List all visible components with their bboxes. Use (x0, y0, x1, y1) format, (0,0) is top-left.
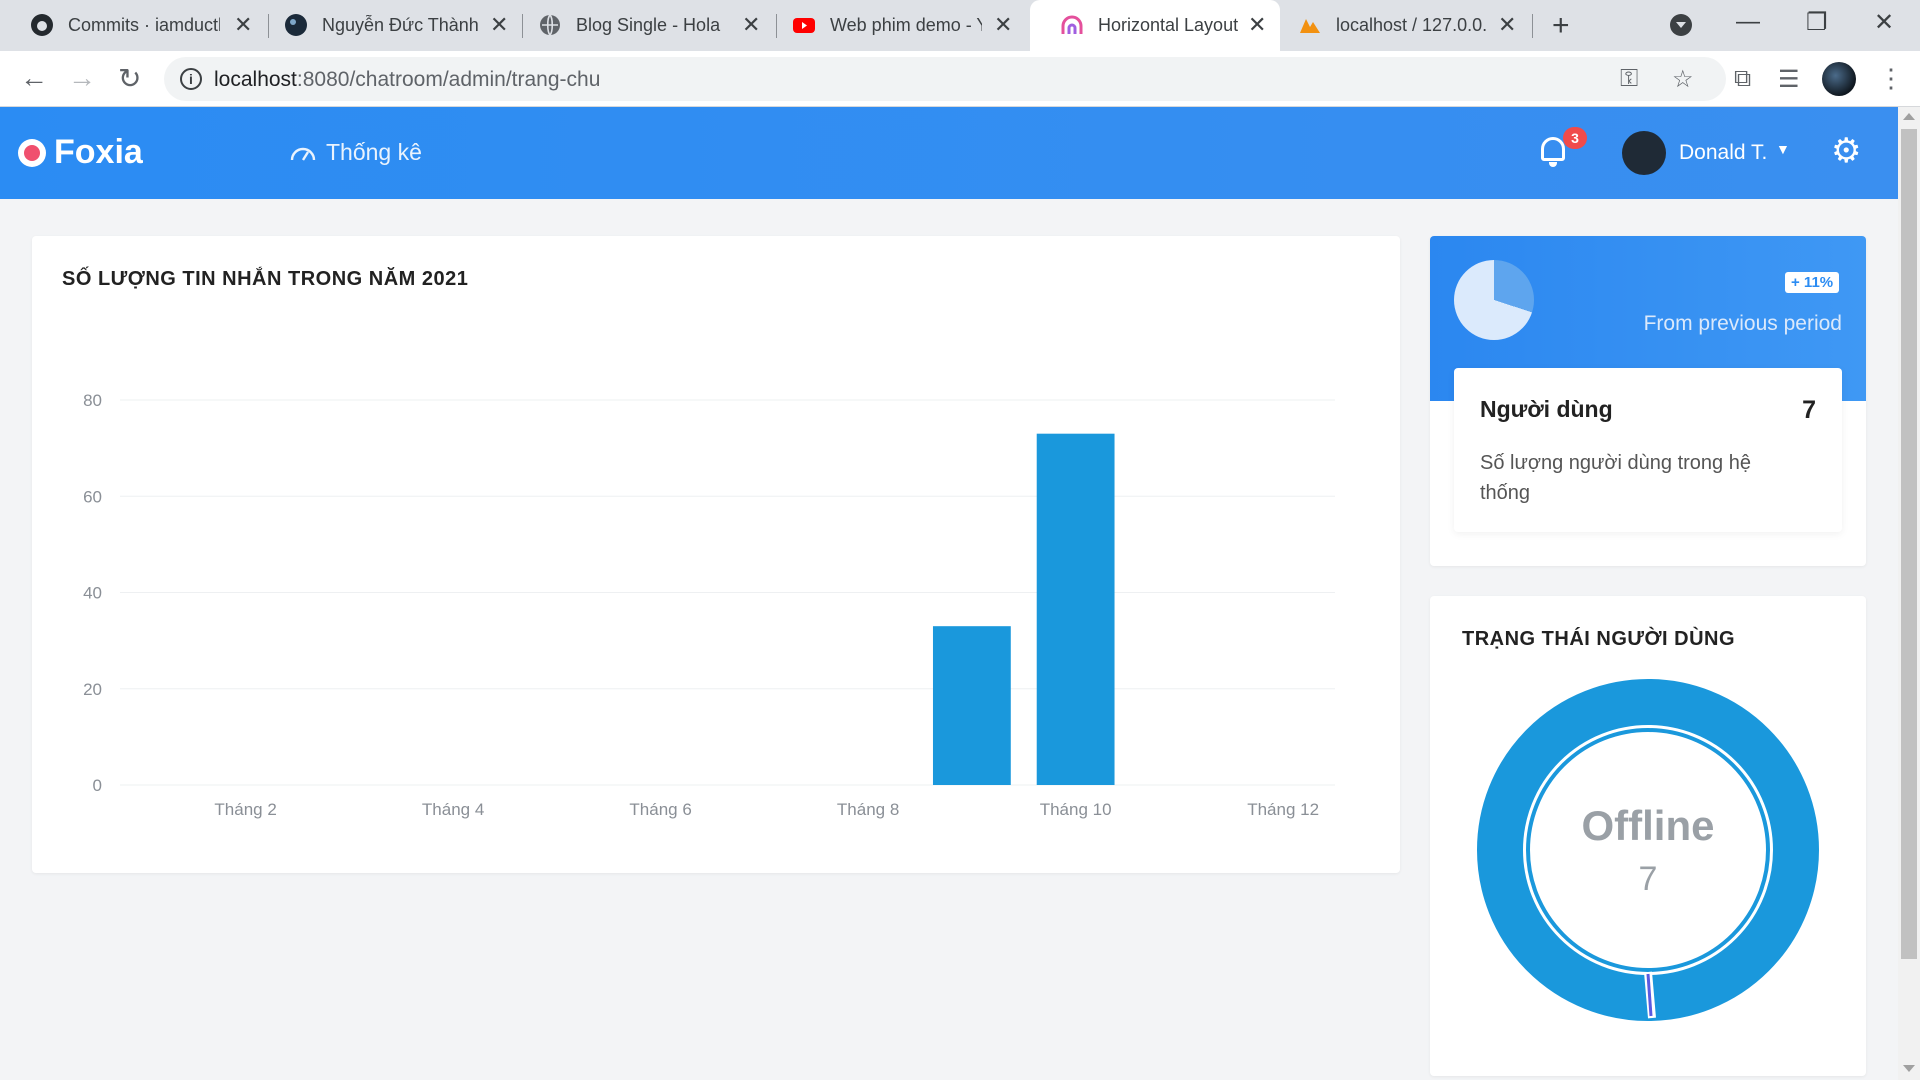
url-text[interactable]: localhost:8080/chatroom/admin/trang-chu (214, 68, 600, 92)
x-tick-label: Tháng 6 (629, 800, 691, 819)
y-tick-label: 40 (83, 584, 102, 603)
messages-chart-card: SỐ LƯỢNG TIN NHẮN TRONG NĂM 2021 0 20 40 60… (32, 236, 1400, 873)
x-tick-label: Tháng 10 (1040, 800, 1112, 819)
users-stat-card: + 11% From previous period Người dùng 7 … (1430, 236, 1866, 566)
tab-title: Blog Single - Hola (576, 15, 721, 35)
browser-tab[interactable]: localhost / 127.0.0.1 ✕ (1268, 0, 1536, 51)
close-tab-icon[interactable]: ✕ (742, 12, 760, 38)
stat-label: Người dùng (1480, 396, 1613, 422)
nav-item-label: Thống kê (326, 139, 422, 165)
user-status-card: TRẠNG THÁI NGƯỜI DÙNG Offline 7 (1430, 596, 1866, 1076)
chevron-down-icon[interactable]: ▼ (1776, 141, 1790, 157)
browser-tabstrip: Commits · iamducth ✕ Nguyễn Đức Thành ✕ … (0, 0, 1920, 51)
scrollbar-thumb[interactable] (1901, 129, 1917, 959)
user-avatar[interactable] (1622, 131, 1666, 175)
browser-toolbar: ← → ↻ i localhost:8080/chatroom/admin/tr… (0, 51, 1920, 107)
tab-title: Web phim demo - Y (830, 15, 982, 35)
donut-hole (1534, 736, 1762, 964)
browser-profile-avatar[interactable] (1822, 62, 1856, 96)
youtube-icon (793, 18, 815, 33)
page-scrollbar[interactable] (1898, 107, 1920, 1080)
tab-divider (1532, 14, 1533, 38)
y-tick-label: 60 (83, 487, 102, 506)
back-icon[interactable]: ← (20, 62, 48, 94)
y-tick-label: 0 (93, 776, 102, 795)
close-window-icon[interactable]: ✕ (1874, 8, 1894, 37)
y-tick-label: 20 (83, 680, 102, 699)
brand[interactable]: Foxia (18, 133, 143, 172)
app-header: Foxia Thống kê 3 Donald T. ▼ ⚙ (0, 107, 1898, 199)
tab-title: Commits · iamducth (68, 15, 220, 35)
close-tab-icon[interactable]: ✕ (234, 12, 252, 38)
foxia-logo-icon (18, 138, 46, 167)
bookmark-star-icon[interactable]: ☆ (1672, 65, 1694, 94)
user-name[interactable]: Donald T. (1679, 141, 1767, 165)
donut-center-label: Offline (1582, 802, 1715, 849)
github-icon (31, 14, 53, 36)
reload-icon[interactable]: ↻ (118, 62, 141, 95)
forward-icon[interactable]: → (68, 62, 96, 94)
planet-icon (285, 14, 307, 36)
globe-icon (540, 14, 560, 36)
browser-menu-icon[interactable]: ⋮ (1878, 63, 1904, 94)
bar-tháng-10[interactable] (1036, 433, 1115, 785)
tab-title: Nguyễn Đức Thành (322, 15, 479, 35)
phpmyadmin-icon (1300, 19, 1320, 33)
pie-chart-icon (1454, 260, 1534, 340)
gear-icon[interactable]: ⚙ (1831, 134, 1861, 168)
browser-tab[interactable]: Nguyễn Đức Thành ✕ (254, 0, 512, 51)
bar-tháng-9[interactable] (932, 626, 1011, 785)
close-tab-icon[interactable]: ✕ (1248, 12, 1266, 38)
foxia-icon (1061, 15, 1083, 34)
tab-title: localhost / 127.0.0.1 (1336, 15, 1486, 35)
x-tick-label: Tháng 12 (1247, 800, 1319, 819)
x-tick-label: Tháng 4 (422, 800, 484, 819)
scroll-down-arrow-icon[interactable] (1903, 1065, 1915, 1072)
close-tab-icon[interactable]: ✕ (490, 12, 508, 38)
messages-bar-chart: 0 20 40 60 80 Tháng 2 Tháng 4 Tháng 6 Tháng 8 Thá… (83, 391, 1335, 819)
restore-window-icon[interactable]: ❐ (1806, 8, 1828, 37)
y-tick-label: 80 (83, 391, 102, 410)
password-key-icon[interactable]: ⚿ (1620, 65, 1638, 93)
extensions-icon[interactable]: ⧉ (1734, 65, 1751, 93)
tab-search-icon[interactable] (1670, 14, 1692, 36)
change-percent-badge: + 11% (1785, 272, 1840, 293)
brand-name: Foxia (54, 133, 143, 171)
stat-value: 7 (1802, 396, 1816, 424)
stat-description: Số lượng người dùng trong hệ thống (1480, 452, 1751, 504)
browser-tab[interactable]: Commits · iamducth ✕ (0, 0, 258, 51)
site-info-icon[interactable]: i (180, 68, 202, 90)
browser-tab-active[interactable]: Horizontal Layout | ✕ (1030, 0, 1280, 51)
minimize-window-icon[interactable]: — (1736, 8, 1760, 36)
scroll-up-arrow-icon[interactable] (1903, 113, 1915, 120)
stat-card-body: Người dùng 7 Số lượng người dùng trong h… (1454, 368, 1842, 532)
address-bar[interactable]: i localhost:8080/chatroom/admin/trang-ch… (164, 57, 1726, 101)
donut-center-value: 7 (1639, 860, 1658, 898)
close-tab-icon[interactable]: ✕ (994, 12, 1012, 38)
new-tab-button[interactable]: + (1552, 9, 1570, 43)
notification-bell-icon[interactable] (1541, 137, 1565, 167)
media-queue-icon[interactable]: ☰ (1778, 65, 1800, 94)
nav-item-statistics[interactable]: Thống kê (290, 139, 422, 166)
x-tick-label: Tháng 8 (837, 800, 899, 819)
notification-count-badge: 3 (1563, 127, 1587, 149)
close-tab-icon[interactable]: ✕ (1498, 12, 1516, 38)
user-status-donut-chart: Offline 7 (1477, 679, 1819, 1021)
gauge-icon (290, 147, 316, 161)
browser-tab[interactable]: Web phim demo - Y ✕ (762, 0, 1020, 51)
browser-tab[interactable]: Blog Single - Hola ✕ (508, 0, 766, 51)
period-text: From previous period (1643, 312, 1842, 335)
x-tick-label: Tháng 2 (214, 800, 276, 819)
tab-title: Horizontal Layout | (1098, 15, 1244, 35)
